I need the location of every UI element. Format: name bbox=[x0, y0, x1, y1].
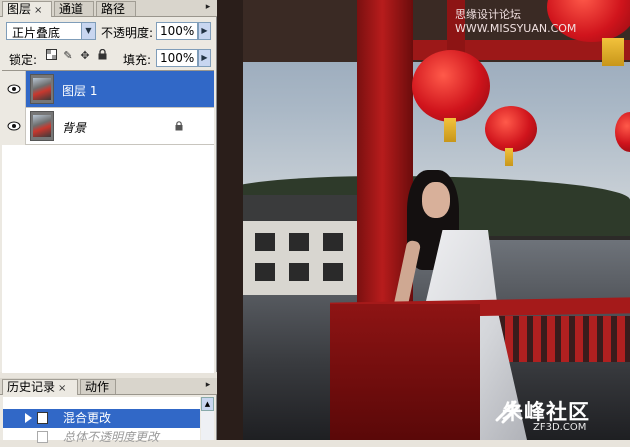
document-icon bbox=[37, 431, 48, 443]
fill-label: 填充: bbox=[123, 53, 152, 67]
eye-icon[interactable] bbox=[2, 108, 26, 145]
scroll-up-icon[interactable]: ▲ bbox=[201, 397, 214, 411]
tab-close-icon[interactable]: × bbox=[34, 5, 42, 16]
tab-actions[interactable]: 动作 bbox=[80, 379, 116, 394]
history-list: 混合更改 总体不透明度更改 bbox=[3, 397, 200, 444]
fill-input[interactable]: 100% bbox=[156, 49, 198, 67]
blend-mode-select[interactable]: 正片叠底 ▼ bbox=[6, 22, 96, 40]
eye-icon[interactable] bbox=[2, 71, 26, 108]
left-pillar-dark bbox=[217, 0, 243, 440]
lantern-tassel bbox=[602, 38, 624, 66]
tab-history-label: 历史记录 bbox=[7, 380, 56, 394]
history-item[interactable]: 总体不透明度更改 bbox=[3, 428, 200, 447]
tab-channels[interactable]: 通道 bbox=[54, 1, 94, 16]
railing-front bbox=[330, 304, 480, 440]
layer-thumbnail bbox=[30, 111, 54, 141]
opacity-input[interactable]: 100% bbox=[156, 22, 198, 40]
lock-all-icon[interactable] bbox=[95, 48, 109, 63]
history-tabbar: 历史记录 × 动作 ▸ bbox=[0, 378, 217, 395]
chevron-down-icon[interactable]: ▼ bbox=[81, 23, 95, 39]
history-state-marker-icon bbox=[25, 413, 32, 423]
lock-icon bbox=[175, 120, 183, 131]
lantern bbox=[485, 106, 537, 152]
opacity-arrow-icon[interactable]: ▶ bbox=[198, 22, 211, 40]
layer-row[interactable]: 背景 bbox=[2, 108, 214, 145]
watermark-bottom-sub: ZF3D.COM bbox=[533, 422, 587, 433]
tab-layers[interactable]: 图层 × bbox=[2, 1, 52, 17]
watermark-top: 思缘设计论坛 WWW.MISSYUAN.COM bbox=[455, 8, 577, 35]
photo-canvas[interactable]: 思缘设计论坛 WWW.MISSYUAN.COM 朱峰社区 ZF3D.COM bbox=[217, 0, 630, 440]
opacity-label: 不透明度: bbox=[101, 26, 154, 40]
tab-paths[interactable]: 路径 bbox=[96, 1, 136, 16]
lock-paint-icon[interactable]: ✎ bbox=[61, 49, 75, 63]
lantern bbox=[412, 50, 490, 122]
fill-value: 100% bbox=[160, 51, 195, 65]
lakeside-building bbox=[231, 195, 367, 295]
document-icon bbox=[37, 412, 48, 424]
history-item-label: 混合更改 bbox=[63, 411, 112, 425]
layer-list: 图层 1 背景 bbox=[2, 70, 214, 373]
panel-menu-icon[interactable]: ▸ bbox=[202, 379, 214, 392]
history-item-label: 总体不透明度更改 bbox=[63, 430, 160, 444]
layer-thumbnail bbox=[30, 74, 54, 104]
lock-move-icon[interactable]: ✥ bbox=[78, 49, 92, 63]
panel-menu-icon[interactable]: ▸ bbox=[202, 1, 214, 14]
lock-label: 锁定: bbox=[9, 53, 38, 67]
layers-tabbar: 图层 × 通道 路径 ▸ bbox=[0, 0, 217, 17]
layer-name[interactable]: 背景 bbox=[62, 119, 86, 136]
lock-transparent-icon[interactable] bbox=[44, 49, 58, 63]
history-item[interactable]: 混合更改 bbox=[3, 409, 200, 428]
lantern-tassel bbox=[444, 118, 456, 142]
fill-arrow-icon[interactable]: ▶ bbox=[198, 49, 211, 67]
tab-channels-label: 通道 bbox=[59, 2, 84, 16]
blend-mode-value: 正片叠底 bbox=[12, 26, 61, 40]
tab-layers-label: 图层 bbox=[7, 2, 32, 16]
tab-history[interactable]: 历史记录 × bbox=[2, 379, 78, 395]
lantern-tassel bbox=[505, 148, 513, 166]
tab-actions-label: 动作 bbox=[85, 380, 110, 394]
history-scrollbar[interactable]: ▲ bbox=[201, 397, 214, 440]
tab-paths-label: 路径 bbox=[101, 2, 126, 16]
layer-name[interactable]: 图层 1 bbox=[62, 82, 97, 99]
opacity-value: 100% bbox=[160, 24, 195, 38]
woman-face bbox=[422, 182, 450, 218]
layers-panel: 图层 × 通道 路径 ▸ 正片叠底 ▼ 不透明度: 100% ▶ 锁定: ✎ ✥ … bbox=[0, 0, 217, 373]
layer-row[interactable]: 图层 1 bbox=[2, 71, 214, 108]
history-panel: 历史记录 × 动作 ▸ 混合更改 总体不透明度更改 ▲ bbox=[0, 378, 217, 444]
tab-close-icon[interactable]: × bbox=[58, 383, 66, 394]
